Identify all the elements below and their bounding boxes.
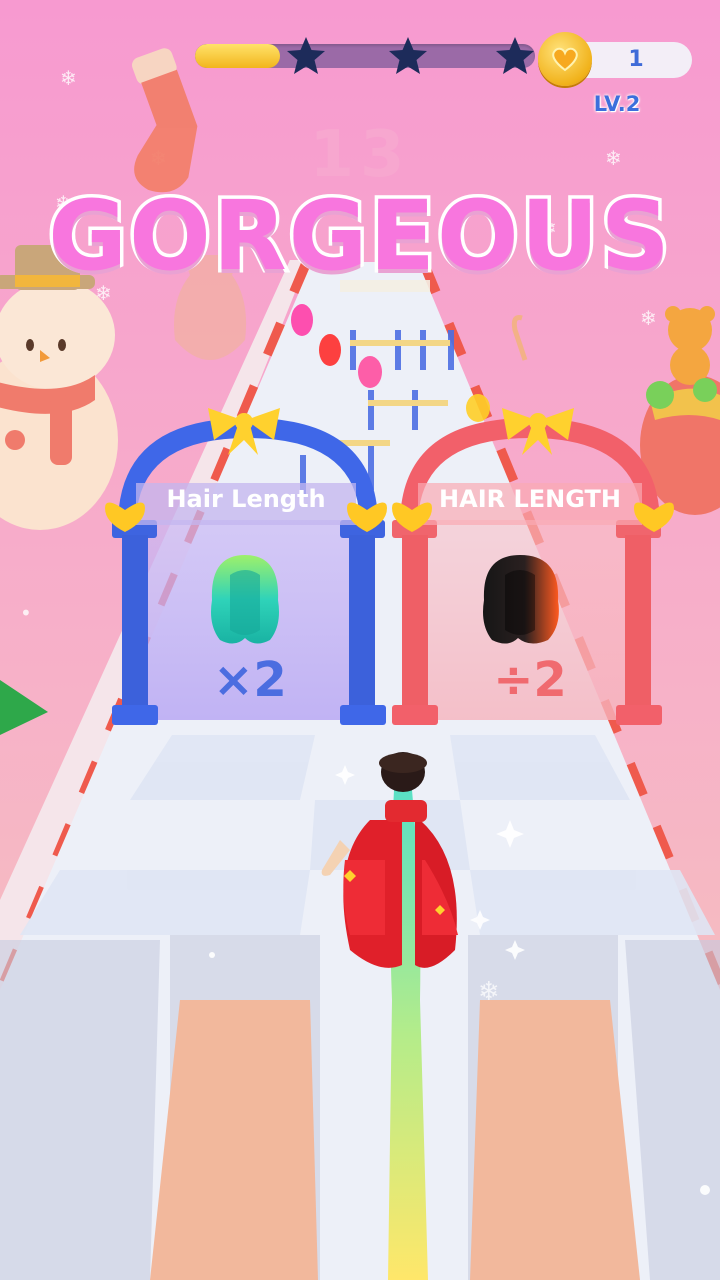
svg-text:❄: ❄ xyxy=(478,977,500,1007)
hud: 1 LV.2 xyxy=(0,0,720,130)
gate-left-label: Hair Length xyxy=(166,485,326,513)
star-icon-1 xyxy=(287,37,325,74)
svg-text:❄: ❄ xyxy=(640,306,657,330)
teal-wig-icon xyxy=(211,555,279,644)
level-progress-bar xyxy=(195,44,535,68)
gate-right-operation: ÷2 xyxy=(493,652,567,708)
level-label: LV.2 xyxy=(593,92,641,116)
coin-count: 1 xyxy=(628,47,644,72)
svg-text:•: • xyxy=(20,601,32,625)
black-wig-icon xyxy=(483,555,559,644)
heart-coin-icon xyxy=(538,32,592,86)
star-icon-2 xyxy=(389,37,427,74)
gate-left-operation: ×2 xyxy=(213,652,287,708)
star-icon-3 xyxy=(496,37,534,74)
combo-rating-text: GORGEOUS xyxy=(45,177,673,296)
gate-right-label: HAIR LENGTH xyxy=(439,485,621,513)
level-progress-fill xyxy=(195,44,280,68)
